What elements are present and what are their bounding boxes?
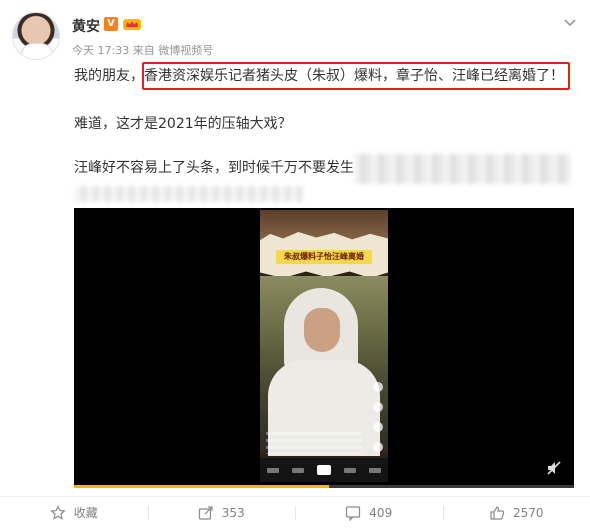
- post-meta: 今天 17:33 来自 微博视频号: [72, 44, 214, 57]
- star-icon: [50, 504, 66, 520]
- post-text-line-2: 难道，这才是2021年的压轴大戏？: [74, 116, 292, 132]
- like-count: 2570: [512, 505, 544, 520]
- comment-button[interactable]: 409: [295, 497, 443, 528]
- post-header: 黄安 V 今天 17:33 来自 微博视频号: [12, 12, 578, 64]
- mute-icon[interactable]: [546, 460, 562, 476]
- post-text-line-1: 我的朋友，香港资深娱乐记者猪头皮（朱叔）爆料，章子怡、汪峰已经离婚了！: [74, 66, 564, 86]
- post-text-line-3: 汪峰好不容易上了头条，到时候千万不要发生: [74, 160, 354, 176]
- action-bar: 收藏 353 409 2570: [0, 496, 590, 528]
- video-frame: 朱叔爆料子怡汪峰离婚: [260, 210, 388, 482]
- comment-icon: [346, 505, 361, 521]
- highlighted-text: 香港资深娱乐记者猪头皮（朱叔）爆料，章子怡、汪峰已经离婚了！: [144, 68, 564, 84]
- blurred-text: [354, 154, 570, 184]
- share-count: 353: [221, 505, 245, 520]
- avatar[interactable]: [12, 12, 60, 60]
- share-icon: [198, 505, 213, 520]
- crown-icon: [123, 19, 141, 30]
- share-button[interactable]: 353: [147, 497, 296, 528]
- favorite-button[interactable]: 收藏: [0, 497, 148, 528]
- like-button[interactable]: 2570: [442, 497, 590, 528]
- video-progress-bar[interactable]: [74, 485, 574, 488]
- blurred-text-line: [74, 186, 304, 202]
- author-name[interactable]: 黄安: [72, 16, 100, 36]
- video-progress-fill: [74, 485, 329, 488]
- comment-count: 409: [369, 505, 393, 520]
- favorite-label: 收藏: [73, 506, 98, 520]
- video-player[interactable]: 朱叔爆料子怡汪峰离婚: [74, 208, 574, 488]
- chevron-down-icon[interactable]: [562, 14, 578, 30]
- verified-badge: V: [104, 17, 118, 31]
- video-banner: 朱叔爆料子怡汪峰离婚: [276, 250, 372, 264]
- text-prefix: 我的朋友，: [74, 68, 144, 84]
- like-icon: [490, 505, 505, 520]
